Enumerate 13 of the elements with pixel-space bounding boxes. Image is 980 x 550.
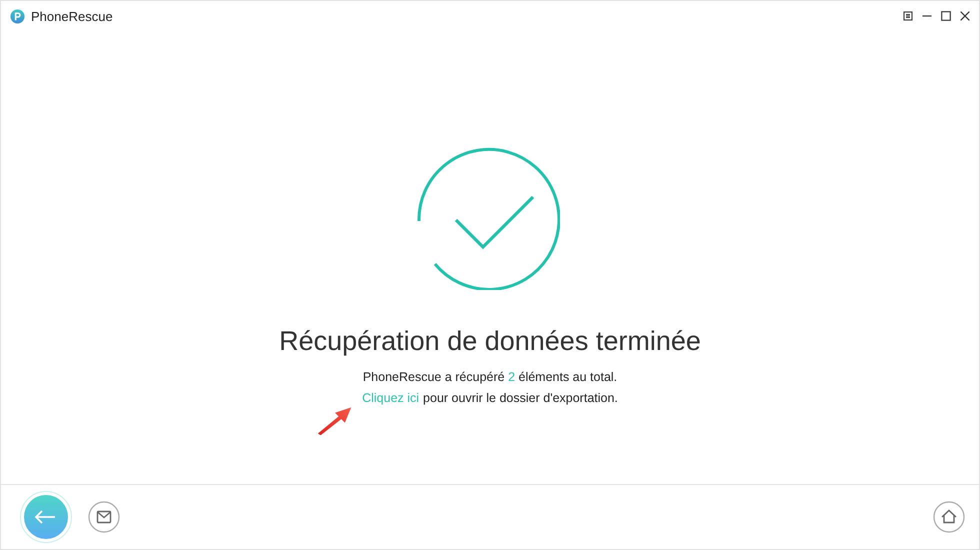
export-folder-text: pour ouvrir le dossier d'exportation. (423, 391, 618, 405)
success-check-icon (416, 146, 560, 290)
summary-text: PhoneRescue a récupéré 2 éléments au total. (362, 370, 618, 384)
close-icon[interactable] (960, 11, 970, 21)
maximize-icon[interactable] (941, 11, 951, 21)
pointer-arrow (317, 405, 354, 435)
mail-icon[interactable] (88, 501, 120, 533)
menu-icon[interactable] (903, 11, 913, 21)
window-title: PhoneRescue (31, 8, 113, 24)
app-logo-icon (10, 8, 25, 24)
result-heading: Récupération de données terminée (279, 326, 701, 357)
home-icon[interactable] (933, 501, 965, 533)
open-folder-link[interactable]: Cliquez ici (362, 391, 420, 405)
